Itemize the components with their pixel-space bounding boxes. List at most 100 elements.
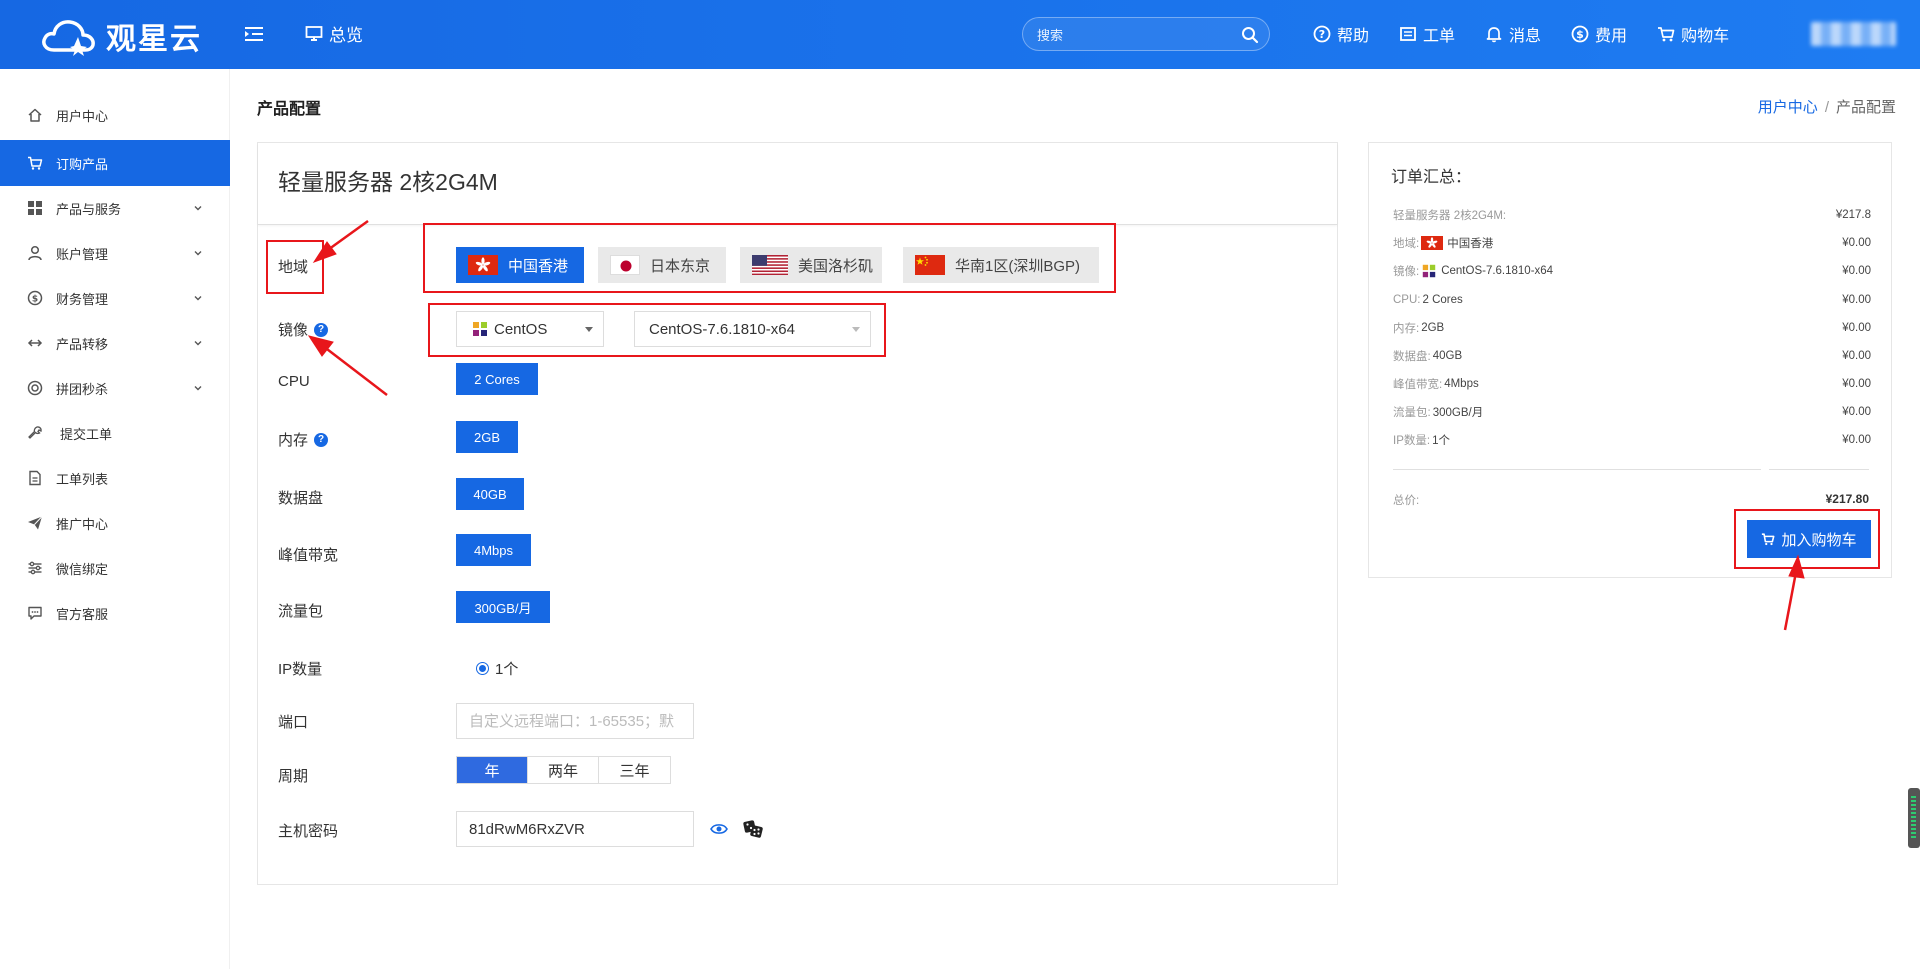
region-option-label: 日本东京	[650, 257, 711, 275]
period-option-3-years[interactable]: 三年	[599, 757, 670, 783]
region-option-label: 中国香港	[508, 257, 569, 275]
chat-icon	[26, 604, 44, 622]
send-icon	[26, 514, 44, 532]
hk-flag-icon	[468, 255, 498, 275]
sidebar-item-promotion[interactable]: 推广中心	[0, 500, 230, 546]
logo[interactable]: 观星云	[40, 14, 202, 58]
home-icon	[26, 106, 44, 124]
os-version-select[interactable]: CentOS-7.6.1810-x64	[634, 311, 871, 347]
sidebar-item-order-products[interactable]: 订购产品	[0, 140, 230, 186]
svg-text:?: ?	[1319, 28, 1325, 41]
sidebar-item-group-buy[interactable]: 拼团秒杀	[0, 365, 230, 411]
nav-billing[interactable]: $ 费用	[1571, 22, 1627, 46]
search-icon[interactable]	[1241, 26, 1259, 44]
sidebar-item-account[interactable]: 账户管理	[0, 230, 230, 276]
summary-row-image: 镜像: CentOS-7.6.1810-x64 ¥0.00	[1393, 261, 1871, 281]
nav-help[interactable]: ? 帮助	[1313, 22, 1369, 46]
sidebar-item-ticket-list[interactable]: 工单列表	[0, 455, 230, 501]
cpu-label: CPU	[278, 373, 310, 390]
region-label: 地域	[278, 256, 308, 277]
dice-icon[interactable]	[742, 819, 764, 839]
sidebar-item-label: 用户中心	[56, 108, 109, 124]
user-avatar[interactable]	[1811, 22, 1896, 46]
sliders-icon	[26, 559, 44, 577]
sidebar-item-customer-service[interactable]: 官方客服	[0, 590, 230, 636]
os-select-value: CentOS	[494, 320, 548, 338]
user-icon	[26, 244, 44, 262]
overview-link[interactable]: 总览	[305, 21, 363, 46]
nav-cart[interactable]: 购物车	[1657, 22, 1729, 46]
summary-row-value: 2GB	[1421, 322, 1445, 334]
svg-text:$: $	[32, 295, 38, 305]
period-label: 周期	[278, 765, 308, 786]
config-header: 轻量服务器 2核2G4M	[258, 143, 1337, 225]
add-to-cart-button[interactable]: 加入购物车	[1747, 520, 1871, 558]
breadcrumb-home-link[interactable]: 用户中心	[1758, 99, 1818, 116]
summary-row-label: 峰值带宽:	[1393, 379, 1443, 391]
chevron-down-icon	[194, 296, 202, 301]
summary-row-price: ¥0.00	[1842, 350, 1871, 362]
memory-label: 内存 ?	[278, 429, 329, 450]
help-icon: ?	[1313, 25, 1331, 43]
chevron-down-icon	[194, 251, 202, 256]
nav-messages[interactable]: 消息	[1485, 22, 1541, 46]
summary-row-bandwidth: 峰值带宽: 4Mbps ¥0.00	[1393, 374, 1871, 394]
memory-option[interactable]: 2GB	[456, 421, 518, 453]
product-name: 轻量服务器 2核2G4M	[278, 169, 498, 195]
period-option-1-year[interactable]: 年	[457, 757, 528, 783]
sidebar-item-label: 拼团秒杀	[56, 381, 109, 397]
nav-ticket[interactable]: 工单	[1399, 22, 1455, 46]
bandwidth-label: 峰值带宽	[278, 544, 338, 565]
us-flag-icon	[752, 255, 788, 275]
nav-cart-label: 购物车	[1681, 28, 1730, 45]
search-input[interactable]	[1037, 25, 1237, 45]
bandwidth-option[interactable]: 4Mbps	[456, 534, 531, 566]
sidebar-item-transfer[interactable]: 产品转移	[0, 320, 230, 366]
summary-row-value: 300GB/月	[1432, 407, 1484, 419]
os-select[interactable]: CentOS	[456, 311, 604, 347]
image-label: 镜像 ?	[278, 319, 329, 340]
disk-option[interactable]: 40GB	[456, 478, 524, 510]
ip-count-radio[interactable]: 1个	[476, 658, 518, 679]
summary-row-value: 2 Cores	[1422, 294, 1463, 306]
help-icon[interactable]: ?	[314, 432, 329, 447]
summary-row-cpu: CPU: 2 Cores ¥0.00	[1393, 290, 1871, 310]
sidebar-item-products-services[interactable]: 产品与服务	[0, 185, 230, 231]
nav-billing-label: 费用	[1595, 28, 1628, 45]
port-label: 端口	[278, 711, 308, 732]
summary-row-value: CentOS-7.6.1810-x64	[1441, 265, 1554, 277]
password-input[interactable]	[456, 811, 694, 847]
add-to-cart-label: 加入购物车	[1781, 531, 1857, 549]
summary-row-value-wrap: CentOS-7.6.1810-x64	[1421, 263, 1553, 279]
ip-count-label: IP数量	[278, 658, 322, 679]
product-config-card: 轻量服务器 2核2G4M 地域 中国香港 日本东京 美国洛杉矶 华南1区(深圳B…	[257, 142, 1338, 885]
summary-row-traffic: 流量包: 300GB/月 ¥0.00	[1393, 402, 1871, 422]
transfer-icon	[26, 334, 44, 352]
sidebar-item-finance[interactable]: $ 财务管理	[0, 275, 230, 321]
sidebar-item-label: 产品与服务	[56, 201, 122, 217]
help-icon[interactable]: ?	[314, 322, 329, 337]
port-input[interactable]	[456, 703, 694, 739]
region-option-shenzhen[interactable]: 华南1区(深圳BGP)	[903, 247, 1099, 283]
sidebar-item-submit-ticket[interactable]: 提交工单	[0, 410, 230, 456]
sidebar-item-user-center[interactable]: 用户中心	[0, 92, 230, 138]
cpu-option[interactable]: 2 Cores	[456, 363, 538, 395]
caret-down-icon	[852, 327, 860, 332]
traffic-option[interactable]: 300GB/月	[456, 591, 550, 623]
ip-count-value: 1个	[495, 661, 519, 678]
side-scroll-handle[interactable]	[1908, 788, 1920, 848]
summary-row-price: ¥0.00	[1842, 265, 1871, 277]
summary-row-price: ¥0.00	[1842, 322, 1871, 334]
summary-row-label: CPU:	[1393, 294, 1421, 306]
menu-toggle-button[interactable]	[243, 23, 265, 45]
eye-icon[interactable]	[710, 822, 728, 836]
bell-icon	[1486, 27, 1502, 43]
region-option-tokyo[interactable]: 日本东京	[598, 247, 726, 283]
sidebar-item-wechat-binding[interactable]: 微信绑定	[0, 545, 230, 591]
region-option-los-angeles[interactable]: 美国洛杉矶	[740, 247, 882, 283]
traffic-label: 流量包	[278, 600, 323, 621]
cart-icon	[1658, 27, 1675, 42]
centos-icon	[473, 322, 487, 336]
period-option-2-years[interactable]: 两年	[528, 757, 599, 783]
region-option-hongkong[interactable]: 中国香港	[456, 247, 584, 283]
